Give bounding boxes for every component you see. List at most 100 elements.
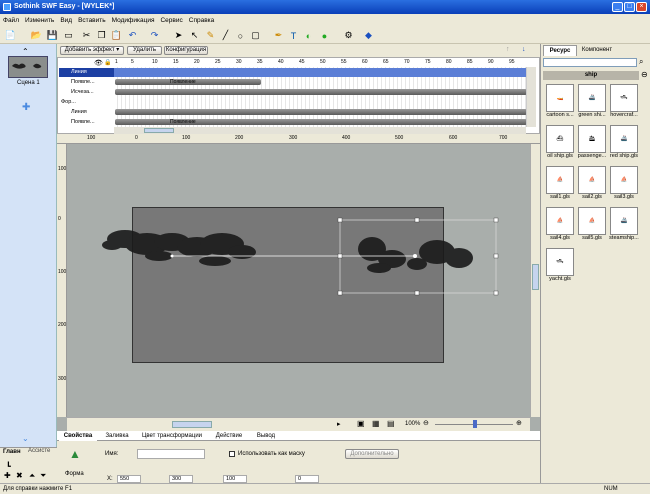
new-icon[interactable]: 📄 bbox=[4, 29, 17, 42]
asset-item[interactable]: 🚤 cartoon s... bbox=[544, 84, 576, 124]
paste-icon[interactable]: 📋 bbox=[110, 29, 123, 42]
rectangle-icon[interactable]: ▢ bbox=[249, 29, 262, 42]
up-icon[interactable]: ⏶ bbox=[29, 471, 35, 481]
arrow-right-icon[interactable]: ▸ bbox=[337, 420, 341, 428]
scroll-up-icon[interactable]: ⌃ bbox=[22, 47, 29, 56]
effect-bar[interactable]: Появление bbox=[115, 79, 261, 85]
asset-item[interactable]: ⛵ sail3.gls bbox=[608, 166, 640, 206]
layer-row[interactable]: Появле... bbox=[59, 78, 115, 87]
tab-properties[interactable]: Свойства bbox=[59, 431, 97, 441]
effect-bar-fade[interactable] bbox=[115, 89, 527, 95]
more-button[interactable]: Дополнительно bbox=[345, 449, 399, 459]
minimize-button[interactable]: _ bbox=[612, 2, 623, 12]
line-icon[interactable]: ╱ bbox=[219, 29, 232, 42]
eraser-icon[interactable]: ◆ bbox=[362, 29, 375, 42]
grid-icon[interactable]: ▦ bbox=[372, 419, 380, 428]
tab-color-transform[interactable]: Цвет трансформации bbox=[137, 431, 207, 441]
tab-output[interactable]: Вывод bbox=[251, 431, 281, 441]
asset-item[interactable]: 🚢 green shi... bbox=[576, 84, 608, 124]
asset-item[interactable]: 🛳 passenge... bbox=[576, 125, 608, 165]
pen-icon[interactable]: ✒ bbox=[272, 29, 285, 42]
timeline-hscroll[interactable] bbox=[114, 127, 526, 134]
tab-assistant[interactable]: Ассисте bbox=[28, 448, 50, 454]
delete-icon[interactable]: ✖ bbox=[16, 471, 23, 480]
mask-checkbox[interactable] bbox=[229, 451, 235, 457]
asset-item[interactable]: ⛵ sail5.gls bbox=[576, 207, 608, 247]
search-icon[interactable]: ⌕ bbox=[639, 57, 643, 67]
lock-icon[interactable]: 🔒 bbox=[104, 59, 111, 66]
name-field[interactable] bbox=[137, 449, 205, 459]
y-field[interactable]: 0 bbox=[295, 475, 319, 483]
layer-row[interactable]: Линия bbox=[59, 68, 115, 77]
pencil-icon[interactable]: ✎ bbox=[204, 29, 217, 42]
folder-header[interactable]: ship bbox=[543, 71, 639, 80]
scene-thumbnail[interactable] bbox=[8, 56, 48, 78]
ellipse-icon[interactable]: ○ bbox=[234, 29, 247, 42]
search-input[interactable] bbox=[543, 58, 637, 67]
h-field[interactable]: 100 bbox=[223, 475, 247, 483]
stage-vscroll[interactable] bbox=[530, 144, 540, 417]
tree-icon[interactable]: ┗ bbox=[6, 462, 11, 471]
tab-main[interactable]: Главн bbox=[3, 449, 21, 455]
scroll-down-icon[interactable]: ⌄ bbox=[22, 434, 29, 443]
fill-icon[interactable]: ◐ bbox=[302, 29, 315, 42]
asset-item[interactable]: ⛵ sail2.gls bbox=[576, 166, 608, 206]
export-icon[interactable]: ▭ bbox=[62, 29, 75, 42]
collapse-icon[interactable]: ⊖ bbox=[641, 70, 648, 79]
menu-edit[interactable]: Изменить bbox=[22, 14, 57, 27]
zoom-out-icon[interactable]: ⊖ bbox=[423, 419, 429, 427]
add-icon[interactable]: ✚ bbox=[4, 471, 11, 480]
layer-row[interactable]: Исчеза... bbox=[59, 88, 115, 97]
menu-view[interactable]: Вид bbox=[57, 14, 75, 27]
preview-icon[interactable]: ▤ bbox=[387, 419, 395, 428]
undo-icon[interactable]: ↶ bbox=[126, 29, 139, 42]
gradient-icon[interactable]: ● bbox=[318, 29, 331, 42]
cut-icon[interactable]: ✂ bbox=[80, 29, 93, 42]
asset-item[interactable]: ⛵ sail1.gls bbox=[544, 166, 576, 206]
asset-item[interactable]: ⛴ oil ship.gls bbox=[544, 125, 576, 165]
timeline-vscroll[interactable] bbox=[526, 67, 536, 127]
copy-icon[interactable]: ❐ bbox=[95, 29, 108, 42]
move-up-icon[interactable]: ↑ bbox=[506, 46, 510, 53]
subselect-icon[interactable]: ↖ bbox=[188, 29, 201, 42]
stage-hscroll[interactable]: ▸ ▣ ▦ ▤ 100% ⊖ ⊕ bbox=[67, 417, 530, 431]
asset-item[interactable]: 🚢 red ship.gls bbox=[608, 125, 640, 165]
tab-action[interactable]: Действие bbox=[209, 431, 249, 441]
maximize-button[interactable]: □ bbox=[624, 2, 635, 12]
down-icon[interactable]: ⏷ bbox=[40, 471, 46, 481]
layer-row[interactable]: Фор... bbox=[59, 98, 115, 107]
view-icon[interactable]: ▣ bbox=[357, 419, 365, 428]
stage-area[interactable]: 100 0 100 200 300 400 500 600 700 100 0 … bbox=[57, 135, 540, 431]
asset-item[interactable]: 🚢 steamship... bbox=[608, 207, 640, 247]
eye-icon[interactable]: 👁 bbox=[94, 59, 103, 67]
x-field[interactable]: 550 bbox=[117, 475, 141, 483]
menu-insert[interactable]: Вставить bbox=[75, 14, 109, 27]
menu-modify[interactable]: Модификация bbox=[109, 14, 158, 27]
config-button[interactable]: Конфигурация bbox=[164, 46, 208, 55]
text-icon[interactable]: T bbox=[287, 29, 300, 42]
asset-item[interactable]: 🛥 yacht.gls bbox=[544, 248, 576, 288]
redo-icon[interactable]: ↷ bbox=[148, 29, 161, 42]
asset-item[interactable]: 🛥 hovercraf... bbox=[608, 84, 640, 124]
asset-item[interactable]: ⛵ sail4.gls bbox=[544, 207, 576, 247]
tab-component[interactable]: Компонент bbox=[577, 45, 617, 56]
menu-help[interactable]: Справка bbox=[186, 14, 218, 27]
menu-file[interactable]: Файл bbox=[0, 14, 22, 27]
transform-icon[interactable]: ⚙ bbox=[342, 29, 355, 42]
layer-row[interactable]: Линия bbox=[59, 108, 115, 117]
zoom-slider-thumb[interactable] bbox=[473, 420, 477, 428]
w-field[interactable]: 300 bbox=[169, 475, 193, 483]
menu-tools[interactable]: Сервис bbox=[157, 14, 185, 27]
close-button[interactable]: × bbox=[636, 2, 647, 12]
move-down-icon[interactable]: ↓ bbox=[522, 46, 526, 53]
effect-bar[interactable]: Появление bbox=[115, 119, 527, 125]
tab-resource[interactable]: Ресурс bbox=[543, 45, 577, 56]
effect-bar-line[interactable] bbox=[115, 109, 527, 115]
zoom-in-icon[interactable]: ⊕ bbox=[516, 419, 522, 427]
layer-row[interactable]: Появле... bbox=[59, 118, 115, 127]
save-icon[interactable]: 💾 bbox=[46, 29, 59, 42]
tab-fill[interactable]: Заливка bbox=[99, 431, 135, 441]
add-effect-button[interactable]: Добавить эффект ▾ bbox=[60, 46, 124, 55]
open-icon[interactable]: 📂 bbox=[30, 29, 43, 42]
select-arrow-icon[interactable]: ➤ bbox=[172, 29, 185, 42]
